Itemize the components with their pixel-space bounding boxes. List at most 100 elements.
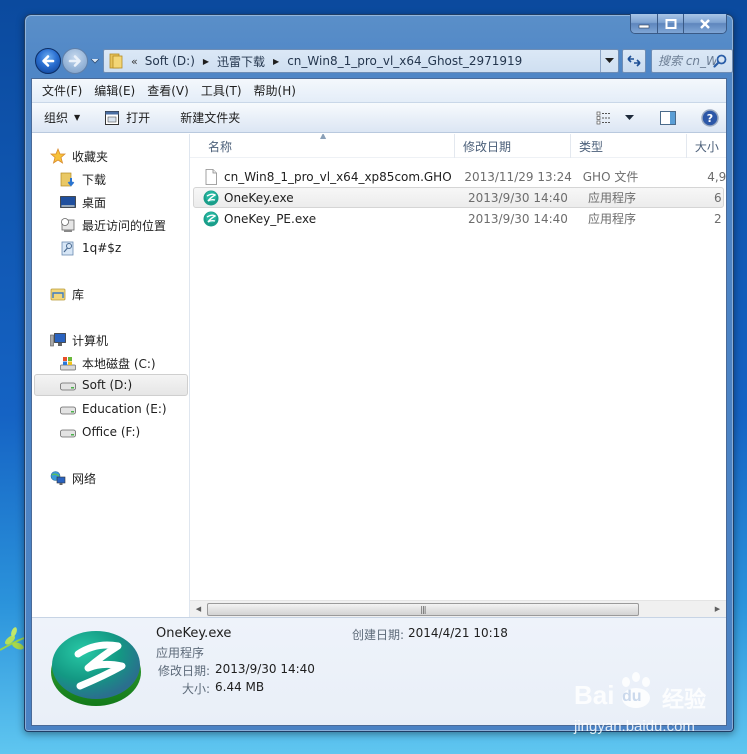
hard-drive-icon — [60, 382, 76, 391]
sidebar-item-drive-f[interactable]: Office (F:) — [60, 421, 140, 443]
help-icon: ? — [701, 109, 719, 127]
file-size: 4,9 — [707, 169, 726, 184]
sidebar-network-label: 网络 — [72, 471, 97, 486]
sidebar-computer[interactable]: 计算机 — [50, 329, 108, 351]
menu-bar: 文件(F) 编辑(E) 查看(V) 工具(T) 帮助(H) — [32, 79, 726, 103]
explorer-window: « Soft (D:) ▶ 迅雷下载 ▶ cn_Win8_1_pro_vl_x6… — [24, 14, 734, 732]
sidebar-item-label: 本地磁盘 (C:) — [82, 356, 156, 371]
sidebar-favorites[interactable]: 收藏夹 — [50, 145, 108, 167]
library-icon — [50, 288, 66, 301]
details-pane: OneKey.exe 应用程序 修改日期: 2013/9/30 14:40 大小… — [32, 617, 726, 725]
menu-help[interactable]: 帮助(H) — [248, 80, 302, 102]
new-folder-button[interactable]: 新建文件夹 — [171, 106, 249, 130]
breadcrumb-overflow[interactable]: « — [129, 55, 142, 68]
sidebar-item-label: 最近访问的位置 — [82, 218, 167, 233]
scroll-track[interactable]: ||| — [207, 603, 709, 616]
breadcrumb-item-downloads[interactable]: 迅雷下载 — [214, 53, 268, 70]
content-area: 收藏夹 下载 桌面 最近访问的位置 1q#$z 库 计算机 本地磁盘 (C:) … — [32, 134, 726, 617]
sidebar-item-shortcut[interactable]: 1q#$z — [60, 237, 121, 259]
recent-pages-dropdown-icon[interactable] — [90, 56, 100, 66]
file-type: GHO 文件 — [582, 170, 639, 184]
column-header-name[interactable]: 名称 — [190, 134, 455, 158]
scroll-left-button[interactable]: ◀ — [190, 601, 207, 618]
file-row-selected[interactable]: OneKey.exe 2013/9/30 14:40 应用程序 6 — [193, 187, 724, 208]
sidebar-libraries[interactable]: 库 — [50, 283, 84, 305]
star-icon — [50, 148, 66, 164]
downloads-folder-icon — [60, 172, 75, 187]
navigation-bar: « Soft (D:) ▶ 迅雷下载 ▶ cn_Win8_1_pro_vl_x6… — [33, 47, 733, 75]
forward-button[interactable] — [62, 48, 88, 74]
menu-tools[interactable]: 工具(T) — [195, 80, 248, 102]
sidebar-item-drive-e[interactable]: Education (E:) — [60, 398, 167, 420]
details-size-value: 6.44 MB — [215, 680, 265, 694]
arrow-right-icon — [68, 55, 81, 67]
breadcrumb-separator-icon[interactable]: ▶ — [198, 57, 214, 66]
sidebar-item-drive-d[interactable]: Soft (D:) — [34, 374, 188, 396]
file-rows: cn_Win8_1_pro_vl_x64_xp85com.GHO 2013/11… — [190, 166, 726, 229]
recent-places-icon — [61, 218, 75, 232]
scroll-right-button[interactable]: ▶ — [709, 601, 726, 618]
menu-view[interactable]: 查看(V) — [141, 80, 195, 102]
file-name-cell: cn_Win8_1_pro_vl_x64_xp85com.GHO — [195, 168, 456, 185]
new-folder-label: 新建文件夹 — [180, 111, 241, 125]
onekey-large-icon — [51, 631, 141, 706]
menu-file[interactable]: 文件(F) — [36, 80, 88, 102]
details-created-value: 2014/4/21 10:18 — [408, 626, 508, 640]
file-name-cell: OneKey_PE.exe — [195, 211, 460, 227]
horizontal-scrollbar[interactable]: ◀ ||| ▶ — [190, 600, 726, 617]
minimize-icon — [638, 24, 650, 28]
sidebar-item-label: Office (F:) — [82, 425, 141, 439]
sidebar-network[interactable]: 网络 — [50, 467, 96, 489]
close-button[interactable] — [683, 14, 726, 33]
search-input[interactable] — [658, 54, 716, 68]
column-header-date-modified[interactable]: 修改日期 — [455, 134, 571, 158]
file-name: OneKey.exe — [224, 190, 294, 205]
sidebar-item-label: Education (E:) — [82, 402, 167, 416]
help-button[interactable]: ? — [700, 106, 720, 130]
file-row[interactable]: OneKey_PE.exe 2013/9/30 14:40 应用程序 2 — [190, 208, 726, 229]
desktop-leaf-decoration — [0, 627, 25, 651]
file-date: 2013/11/29 13:24 — [464, 169, 572, 184]
arrow-left-icon — [42, 55, 55, 67]
breadcrumb-separator-icon[interactable]: ▶ — [268, 57, 284, 66]
maximize-icon — [665, 18, 676, 29]
search-box[interactable] — [651, 49, 733, 73]
details-file-name: OneKey.exe — [156, 626, 232, 641]
details-modified-label: 修改日期: — [158, 664, 211, 678]
caret-down-icon: ▼ — [74, 113, 81, 122]
caret-down-icon — [624, 115, 634, 120]
sidebar-item-desktop[interactable]: 桌面 — [60, 191, 106, 213]
close-icon — [700, 18, 710, 29]
breadcrumb-item-current-folder[interactable]: cn_Win8_1_pro_vl_x64_Ghost_2971919 — [284, 54, 525, 68]
onekey-app-icon — [203, 211, 219, 226]
refresh-button[interactable] — [622, 49, 646, 73]
sidebar-item-label: 1q#$z — [82, 241, 122, 255]
open-app-icon — [105, 110, 120, 125]
file-row[interactable]: cn_Win8_1_pro_vl_x64_xp85com.GHO 2013/11… — [190, 166, 726, 187]
menu-edit[interactable]: 编辑(E) — [88, 80, 141, 102]
preview-pane-button[interactable] — [658, 106, 678, 130]
back-button[interactable] — [35, 48, 61, 74]
sidebar-item-recent-places[interactable]: 最近访问的位置 — [60, 214, 166, 236]
maximize-button[interactable] — [657, 14, 683, 33]
breadcrumb-item-drive[interactable]: Soft (D:) — [142, 54, 198, 68]
address-dropdown-button[interactable] — [600, 50, 618, 72]
network-icon — [50, 471, 66, 485]
address-bar[interactable]: « Soft (D:) ▶ 迅雷下载 ▶ cn_Win8_1_pro_vl_x6… — [103, 49, 619, 73]
search-icon[interactable] — [713, 54, 727, 68]
sidebar-item-drive-c[interactable]: 本地磁盘 (C:) — [60, 352, 156, 374]
column-header-type[interactable]: 类型 — [571, 134, 687, 158]
folder-icon — [109, 53, 123, 69]
column-header-size[interactable]: 大小 — [687, 134, 726, 158]
change-view-button[interactable] — [594, 106, 614, 130]
toolbar-right-group: ? — [594, 106, 720, 130]
scroll-thumb[interactable]: ||| — [207, 603, 639, 616]
file-name-cell: OneKey.exe — [195, 190, 460, 206]
explorer-client-area: 文件(F) 编辑(E) 查看(V) 工具(T) 帮助(H) 组织 ▼ 打开 新建… — [31, 78, 727, 726]
sidebar-item-label: 下载 — [82, 172, 107, 187]
view-options-dropdown[interactable] — [618, 106, 640, 130]
minimize-button[interactable] — [631, 14, 657, 33]
sidebar-item-downloads[interactable]: 下载 — [60, 168, 106, 190]
organize-button[interactable]: 组织 ▼ — [32, 106, 89, 130]
open-button[interactable]: 打开 — [95, 106, 159, 130]
